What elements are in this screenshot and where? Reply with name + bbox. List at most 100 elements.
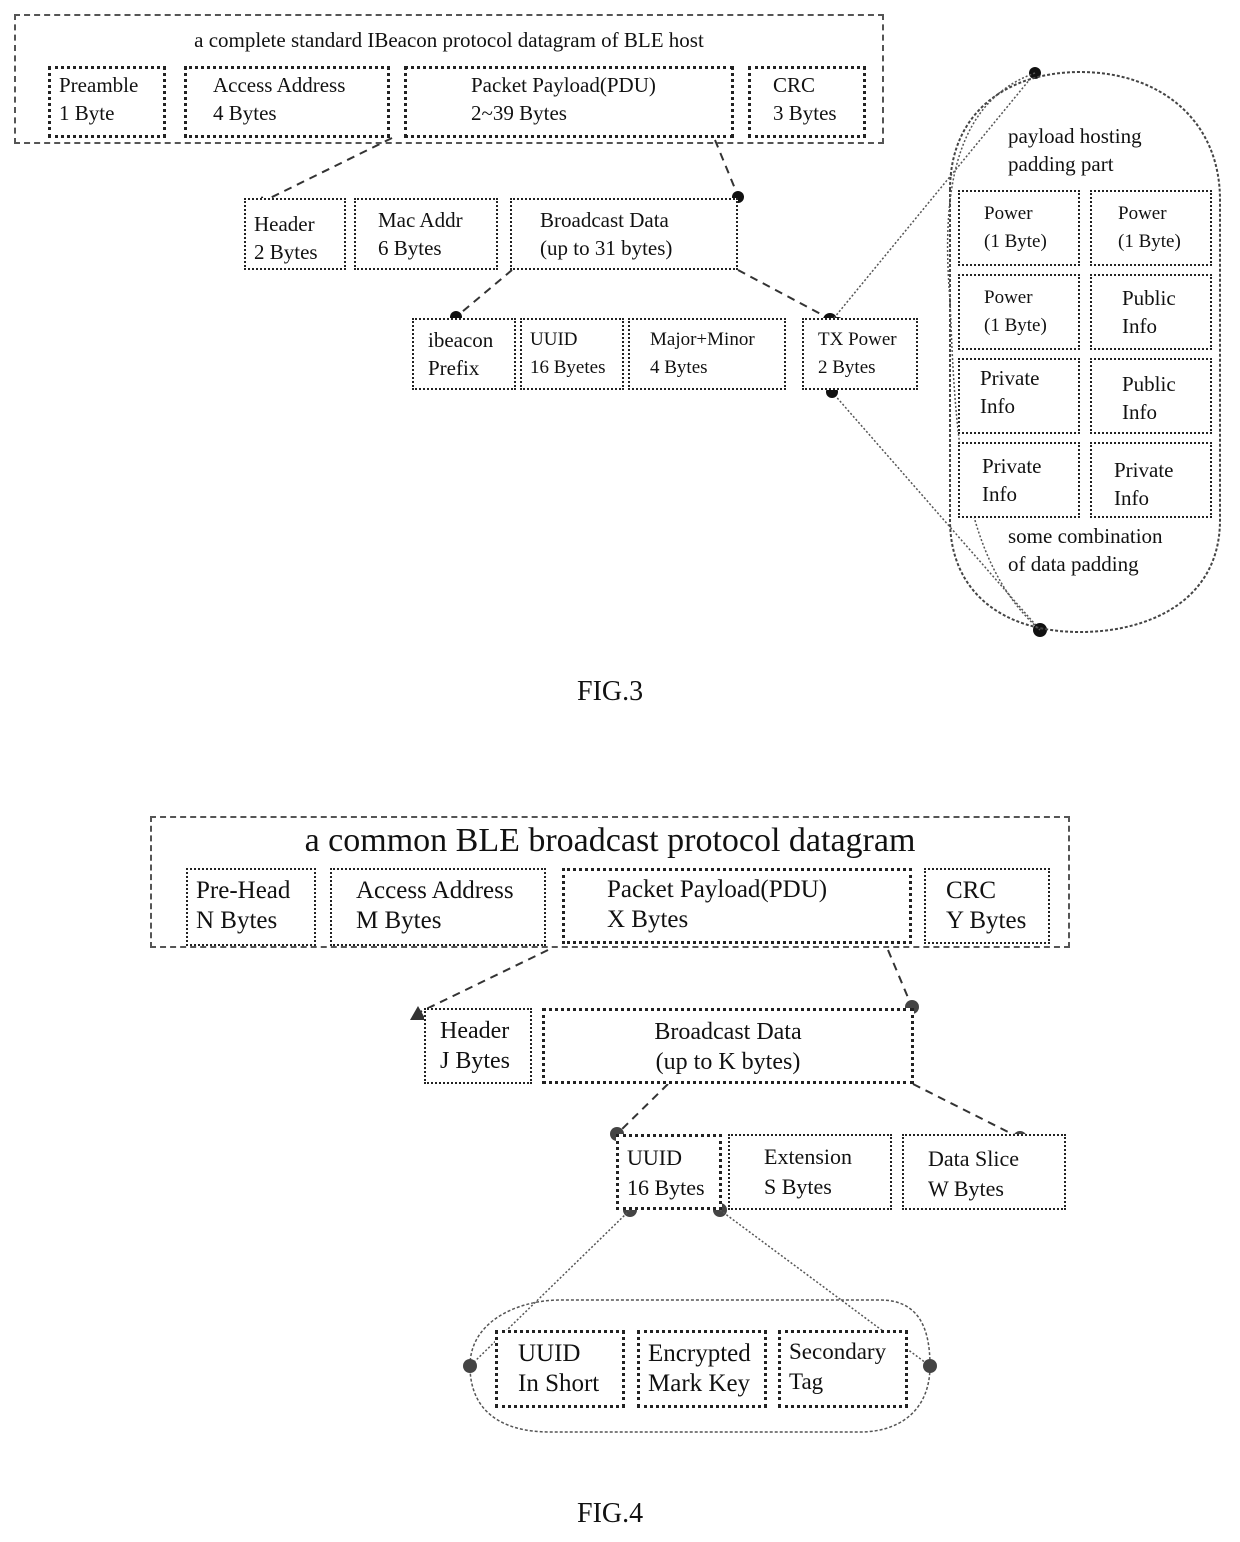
fig3-broadcast-uuid: UUID 16 Byetes — [520, 318, 624, 390]
part-line1: Encrypted — [648, 1340, 751, 1367]
field-size: 4 Bytes — [213, 101, 277, 125]
padding-cell: Power (1 Byte) — [958, 274, 1080, 350]
part-line2: Tag — [789, 1369, 824, 1394]
fig3-field-crc: CRC 3 Bytes — [748, 66, 866, 138]
fig4-broadcast-uuid: UUID 16 Bytes — [616, 1134, 722, 1210]
field-name: Pre-Head — [196, 877, 291, 904]
field-name: Access Address — [356, 877, 514, 904]
fig4-broadcast-data-slice: Data Slice W Bytes — [902, 1134, 1066, 1210]
cell-line1: Private — [1114, 458, 1174, 482]
fig4-field-packet-payload: Packet Payload(PDU) X Bytes — [562, 868, 912, 944]
field-size: 3 Bytes — [773, 101, 837, 125]
field-size: 4 Bytes — [650, 357, 708, 378]
fig4-field-crc: CRC Y Bytes — [924, 868, 1050, 944]
connector-broadcast-to-dataslice — [912, 1083, 1021, 1139]
connector-pdu-to-broadcast — [887, 949, 913, 1008]
field-size: X Bytes — [607, 906, 689, 933]
field-name: Major+Minor — [650, 329, 755, 350]
field-name: UUID — [530, 329, 578, 350]
padding-cell: Power (1 Byte) — [958, 190, 1080, 266]
cell-line2: (1 Byte) — [984, 231, 1047, 252]
fig3-broadcast-tx-power: TX Power 2 Bytes — [802, 318, 918, 390]
part-line1: Secondary — [789, 1339, 887, 1364]
fig3-broadcast-major-minor: Major+Minor 4 Bytes — [628, 318, 786, 390]
fig4-field-pre-head: Pre-Head N Bytes — [186, 868, 316, 946]
connector-pdu-to-header — [261, 137, 393, 203]
dot-marker — [923, 1359, 937, 1373]
field-size: N Bytes — [196, 907, 278, 934]
field-name: CRC — [773, 73, 816, 97]
padding-title: payload hosting padding part — [1008, 122, 1142, 178]
connector-broadcast-to-prefix — [455, 269, 513, 318]
cell-line2: Info — [1122, 314, 1157, 338]
field-name: Access Address — [213, 73, 346, 97]
field-name: CRC — [946, 877, 997, 904]
field-size: Prefix — [428, 356, 480, 380]
fig4-uuid-part-encrypted-mark-key: Encrypted Mark Key — [637, 1330, 767, 1408]
padding-cell: Private Info — [958, 442, 1080, 518]
field-size: Y Bytes — [946, 907, 1027, 934]
padding-cell: Power (1 Byte) — [1090, 190, 1212, 266]
cell-line1: Public — [1122, 286, 1176, 310]
field-name: Broadcast Data — [654, 1019, 802, 1045]
field-name: Preamble — [59, 73, 139, 97]
fig4-pdu-header: Header J Bytes — [424, 1008, 532, 1084]
field-size: 2 Bytes — [254, 240, 318, 264]
field-name: UUID — [627, 1145, 682, 1170]
field-size: M Bytes — [356, 907, 442, 934]
field-size: 2~39 Bytes — [471, 101, 567, 125]
fig4-caption: FIG.4 — [577, 1498, 644, 1529]
field-name: Extension — [764, 1144, 852, 1169]
field-size: 1 Byte — [59, 101, 115, 125]
padding-footer-line2: of data padding — [1008, 552, 1139, 576]
field-name: Header — [440, 1018, 510, 1044]
cell-line2: Info — [980, 394, 1015, 418]
padding-cell: Private Info — [1090, 442, 1212, 518]
padding-footer-line1: some combination — [1008, 524, 1163, 548]
part-line1: UUID — [518, 1340, 581, 1367]
cell-line1: Power — [1118, 203, 1167, 224]
padding-footer: some combination of data padding — [1008, 522, 1163, 578]
field-name: ibeacon — [428, 328, 494, 352]
cell-line1: Public — [1122, 372, 1176, 396]
padding-cell: Public Info — [1090, 274, 1212, 350]
cell-line2: (1 Byte) — [984, 315, 1047, 336]
field-size: (up to K bytes) — [655, 1049, 801, 1075]
fig3-pdu-mac-addr: Mac Addr 6 Bytes — [354, 198, 498, 270]
fig4-broadcast-extension: Extension S Bytes — [728, 1134, 892, 1210]
fig3-datagram-title: a complete standard IBeacon protocol dat… — [194, 28, 704, 52]
field-name: Data Slice — [928, 1146, 1020, 1171]
part-line2: In Short — [518, 1370, 600, 1397]
connector-pdu-to-broadcast — [714, 139, 739, 197]
cell-line1: Private — [980, 366, 1040, 390]
cell-line2: (1 Byte) — [1118, 231, 1181, 252]
field-name: TX Power — [818, 329, 897, 350]
cell-line2: Info — [982, 482, 1017, 506]
field-size: (up to 31 bytes) — [540, 236, 673, 260]
field-name: Packet Payload(PDU) — [607, 876, 828, 903]
cell-line2: Info — [1122, 400, 1157, 424]
fig3-pdu-broadcast-data: Broadcast Data (up to 31 bytes) — [510, 198, 738, 270]
fig3-field-preamble: Preamble 1 Byte — [48, 66, 166, 138]
fig4-uuid-part-in-short: UUID In Short — [495, 1330, 625, 1408]
field-size: 6 Bytes — [378, 236, 442, 260]
fig3-pdu-header: Header 2 Bytes — [244, 198, 346, 270]
field-size: 16 Byetes — [530, 357, 606, 378]
cell-line1: Private — [982, 454, 1042, 478]
fig3-field-packet-payload: Packet Payload(PDU) 2~39 Bytes — [404, 66, 734, 138]
field-size: 2 Bytes — [818, 357, 876, 378]
fig4-pdu-broadcast-data: Broadcast Data (up to K bytes) — [542, 1008, 914, 1084]
field-size: 16 Bytes — [627, 1175, 705, 1200]
fig4-uuid-part-secondary-tag: Secondary Tag — [778, 1330, 908, 1408]
field-name: Header — [254, 212, 315, 236]
cell-line2: Info — [1114, 486, 1149, 510]
field-name: Mac Addr — [378, 208, 463, 232]
field-name: Packet Payload(PDU) — [471, 73, 656, 97]
fig3-caption: FIG.3 — [577, 676, 644, 707]
padding-title-line2: padding part — [1008, 152, 1114, 176]
connector-broadcast-to-uuid — [616, 1083, 669, 1135]
part-line2: Mark Key — [648, 1370, 751, 1397]
connector-broadcast-to-txpower — [737, 269, 833, 321]
field-size: S Bytes — [764, 1174, 832, 1199]
padding-cell: Public Info — [1090, 358, 1212, 434]
